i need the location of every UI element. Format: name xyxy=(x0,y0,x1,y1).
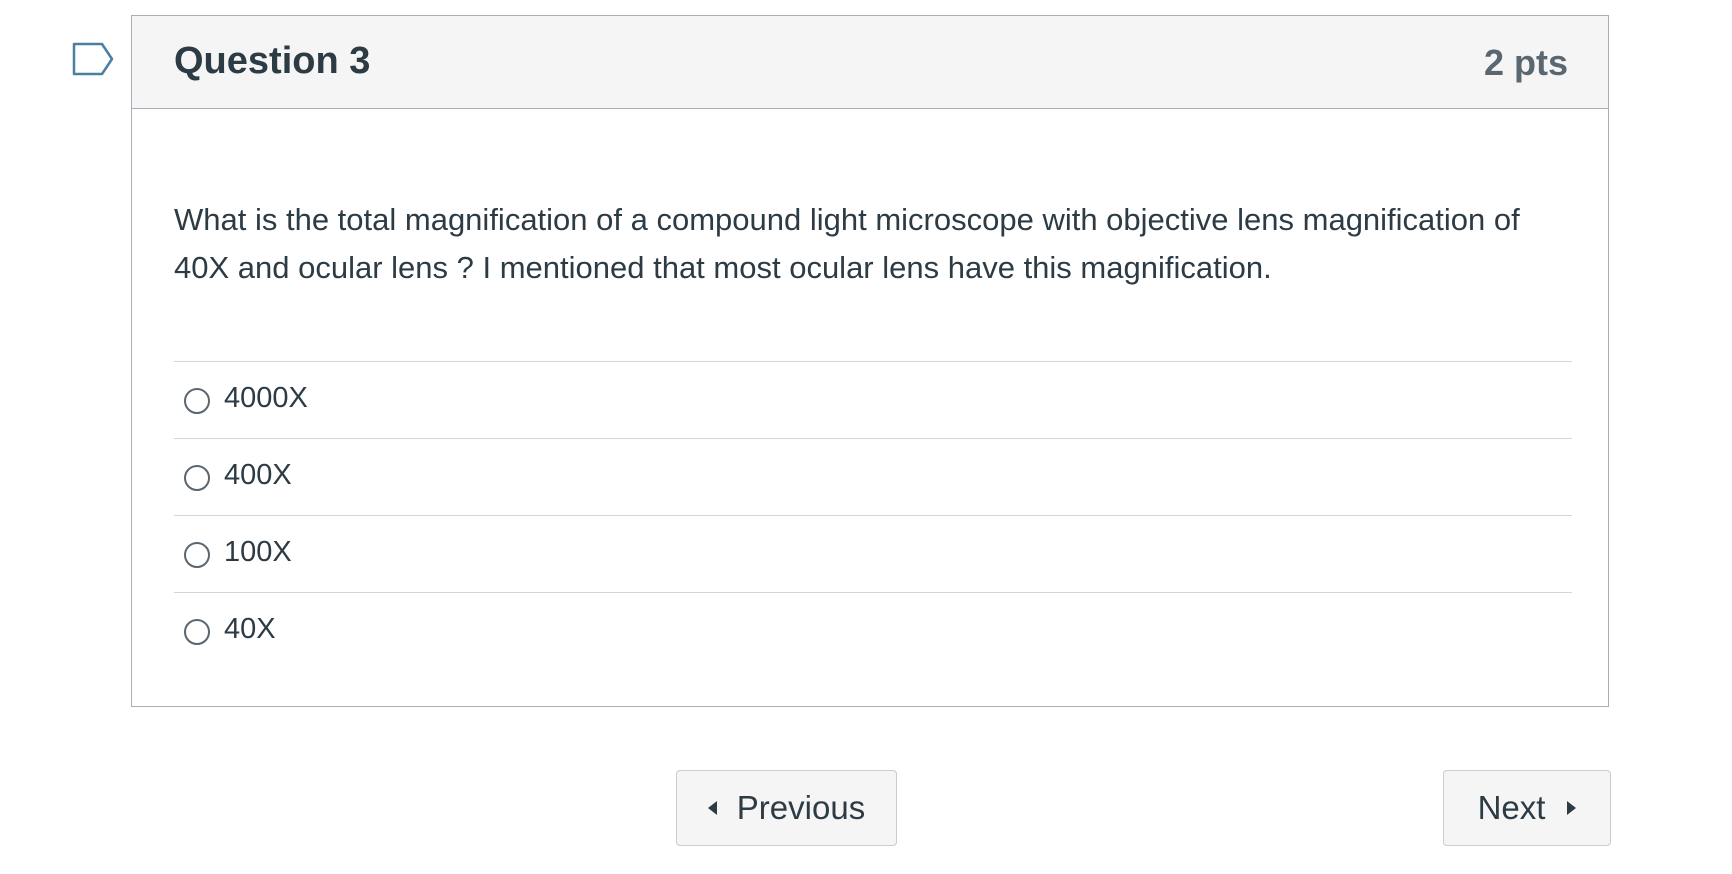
question-text: What is the total magnification of a com… xyxy=(174,202,1520,285)
next-button[interactable]: Next xyxy=(1443,770,1611,846)
flag-question-icon[interactable] xyxy=(72,42,114,78)
answer-option[interactable]: 40X xyxy=(174,592,1572,669)
answer-option[interactable]: 100X xyxy=(174,515,1572,592)
answer-label: 400X xyxy=(224,459,292,491)
caret-right-icon xyxy=(1567,801,1577,815)
question-title: Question 3 xyxy=(174,40,371,82)
radio-button[interactable] xyxy=(184,465,210,491)
answer-option[interactable]: 400X xyxy=(174,438,1572,515)
question-header: Question 3 2 pts xyxy=(132,16,1608,109)
answer-label: 4000X xyxy=(224,382,308,414)
question-card: Question 3 2 pts What is the total magni… xyxy=(131,15,1609,707)
radio-button[interactable] xyxy=(184,619,210,645)
radio-button[interactable] xyxy=(184,388,210,414)
previous-button-label: Previous xyxy=(736,789,866,826)
radio-button[interactable] xyxy=(184,542,210,568)
previous-button[interactable]: Previous xyxy=(676,770,897,846)
answer-list: 4000X 400X 100X 40X xyxy=(174,361,1572,669)
answer-option[interactable]: 4000X xyxy=(174,361,1572,438)
answer-label: 100X xyxy=(224,536,292,568)
next-button-label: Next xyxy=(1477,789,1546,826)
caret-left-icon xyxy=(707,801,717,815)
answer-label: 40X xyxy=(224,613,276,645)
question-points: 2 pts xyxy=(1483,42,1568,83)
